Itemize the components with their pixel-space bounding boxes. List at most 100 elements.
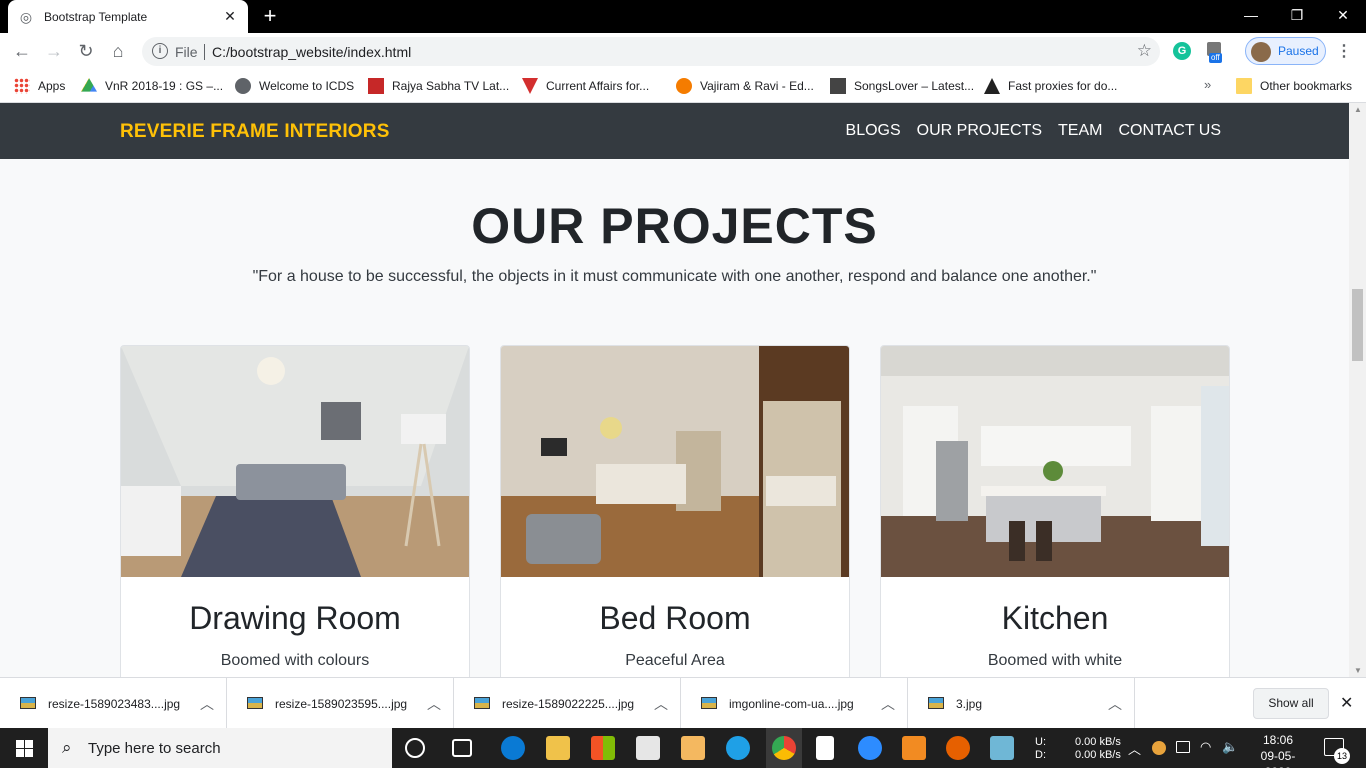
cortana-icon[interactable] [405,738,425,758]
notepad-icon[interactable] [816,736,834,760]
bookmark-icds[interactable]: Welcome to ICDS [235,77,354,95]
address-url[interactable]: C:/bootstrap_website/index.html [212,44,411,60]
image-file-icon [20,697,36,709]
back-arrow-icon[interactable]: ← [10,39,34,63]
media-player-icon[interactable] [681,736,705,760]
show-all-button[interactable]: Show all [1253,688,1329,719]
browser-tab[interactable]: ◎ Bootstrap Template ✕ [8,0,248,33]
download-filename: resize-1589023483....jpg [48,697,181,711]
bookmark-rstv[interactable]: Rajya Sabha TV Lat... [368,77,509,95]
download-shelf: resize-1589023483....jpg ︿ resize-158902… [0,677,1366,729]
tab-close-icon[interactable]: ✕ [222,8,238,25]
download-item[interactable]: resize-1589022225....jpg ︿ [454,678,681,729]
start-button[interactable] [0,728,48,768]
sublime-text-icon[interactable] [902,736,926,760]
grammarly-icon[interactable]: G [1173,42,1191,60]
battery-icon[interactable] [1176,741,1190,753]
image-file-icon [474,697,490,709]
wifi-icon[interactable]: ◠ [1200,739,1211,755]
chevron-up-icon[interactable]: ︿ [881,694,895,714]
scroll-down-arrow-icon[interactable]: ▼ [1354,666,1362,675]
home-icon[interactable]: ⌂ [106,39,130,63]
bookmarks-overflow-chevron[interactable]: » [1204,77,1211,92]
bookmark-vajiram[interactable]: Vajiram & Ravi - Ed... [676,77,814,95]
extension-badge: off [1209,53,1222,63]
nav-link-team[interactable]: TEAM [1058,122,1102,140]
site-navbar: REVERIE FRAME INTERIORS BLOGS OUR PROJEC… [0,103,1349,159]
image-file-icon [247,697,263,709]
nav-link-blogs[interactable]: BLOGS [846,122,901,140]
avatar [1251,42,1271,62]
google-drive-icon [81,78,97,92]
windows-logo-icon [16,740,33,757]
more-menu-icon[interactable]: ⋮ [1336,41,1352,61]
tab-title: Bootstrap Template [44,9,148,24]
image-file-icon [701,697,717,709]
bookmark-label: Welcome to ICDS [259,79,355,93]
download-item[interactable]: resize-1589023483....jpg ︿ [0,678,227,729]
globe-icon: ◎ [19,8,33,25]
address-bar[interactable]: i File C:/bootstrap_website/index.html ☆ [142,37,1160,66]
net-up-label: U: [1035,736,1046,748]
chevron-up-icon[interactable]: ︿ [427,694,441,714]
page-scrollbar[interactable]: ▲ ▼ [1349,103,1366,677]
nav-link-contact-us[interactable]: CONTACT US [1118,122,1221,140]
bookmark-star-icon[interactable]: ☆ [1137,41,1152,61]
volume-icon[interactable]: 🔈 [1222,739,1238,755]
reload-icon[interactable]: ↻ [74,39,98,63]
notification-count-badge: 13 [1334,748,1350,764]
bookmark-current-affairs[interactable]: Current Affairs for... [522,77,649,95]
restore-button[interactable]: ❐ [1274,0,1320,33]
close-window-button[interactable]: ✕ [1320,0,1366,33]
app-icon[interactable] [990,736,1014,760]
download-item[interactable]: 3.jpg ︿ [908,678,1135,729]
download-item[interactable]: imgonline-com-ua....jpg ︿ [681,678,908,729]
proxy-icon [984,78,1000,94]
chevron-up-icon[interactable]: ︿ [1108,694,1122,714]
drawing-room-image [121,346,469,577]
download-filename: resize-1589022225....jpg [502,697,635,711]
chevron-up-icon[interactable]: ︿ [654,694,668,714]
card-text: Boomed with colours [220,652,370,669]
internet-explorer-icon[interactable] [726,736,750,760]
search-icon: ⌕ [62,738,72,757]
address-scheme: File [175,44,198,60]
bookmark-vnr[interactable]: VnR 2018-19 : GS –... [81,77,223,95]
bookmark-label: SongsLover – Latest... [854,79,975,93]
bookmark-proxies[interactable]: Fast proxies for do... [984,77,1117,95]
taskbar-search[interactable]: ⌕ Type here to search [48,728,392,768]
page-viewport: REVERIE FRAME INTERIORS BLOGS OUR PROJEC… [0,103,1349,677]
bookmark-songslover[interactable]: SongsLover – Latest... [830,77,974,95]
bookmark-apps[interactable]: Apps [14,77,65,95]
profile-button[interactable]: Paused [1245,37,1326,65]
close-shelf-icon[interactable]: ✕ [1340,693,1353,713]
globe-icon [235,78,251,94]
site-brand[interactable]: REVERIE FRAME INTERIORS [120,121,390,143]
songslover-icon [830,78,846,94]
edge-icon[interactable] [501,736,525,760]
task-view-icon[interactable] [452,739,472,757]
chevron-up-icon[interactable]: ︿ [200,694,214,714]
taskbar-clock[interactable]: 18:06 09-05-2020 [1250,732,1306,768]
mail-icon[interactable] [636,736,660,760]
new-tab-button[interactable]: + [258,4,282,28]
minimize-button[interactable]: — [1228,0,1274,33]
nav-link-our-projects[interactable]: OUR PROJECTS [917,122,1042,140]
forward-arrow-icon[interactable]: → [42,39,66,63]
download-item[interactable]: resize-1589023595....jpg ︿ [227,678,454,729]
chrome-icon[interactable] [772,736,796,760]
bookmark-label: Vajiram & Ravi - Ed... [700,79,814,93]
extension-off-icon[interactable]: off [1205,42,1227,64]
scroll-up-arrow-icon[interactable]: ▲ [1354,105,1362,114]
file-explorer-icon[interactable] [546,736,570,760]
zoom-icon[interactable] [858,736,882,760]
store-icon[interactable] [591,736,615,760]
bed-room-image [501,346,849,577]
tray-app-icon[interactable] [1152,741,1166,755]
scroll-thumb[interactable] [1352,289,1363,361]
rstv-icon [368,78,384,94]
firefox-icon[interactable] [946,736,970,760]
info-icon[interactable]: i [152,43,168,59]
bookmark-other[interactable]: Other bookmarks [1236,77,1352,95]
tray-chevron-up-icon[interactable]: ︿ [1128,739,1141,758]
